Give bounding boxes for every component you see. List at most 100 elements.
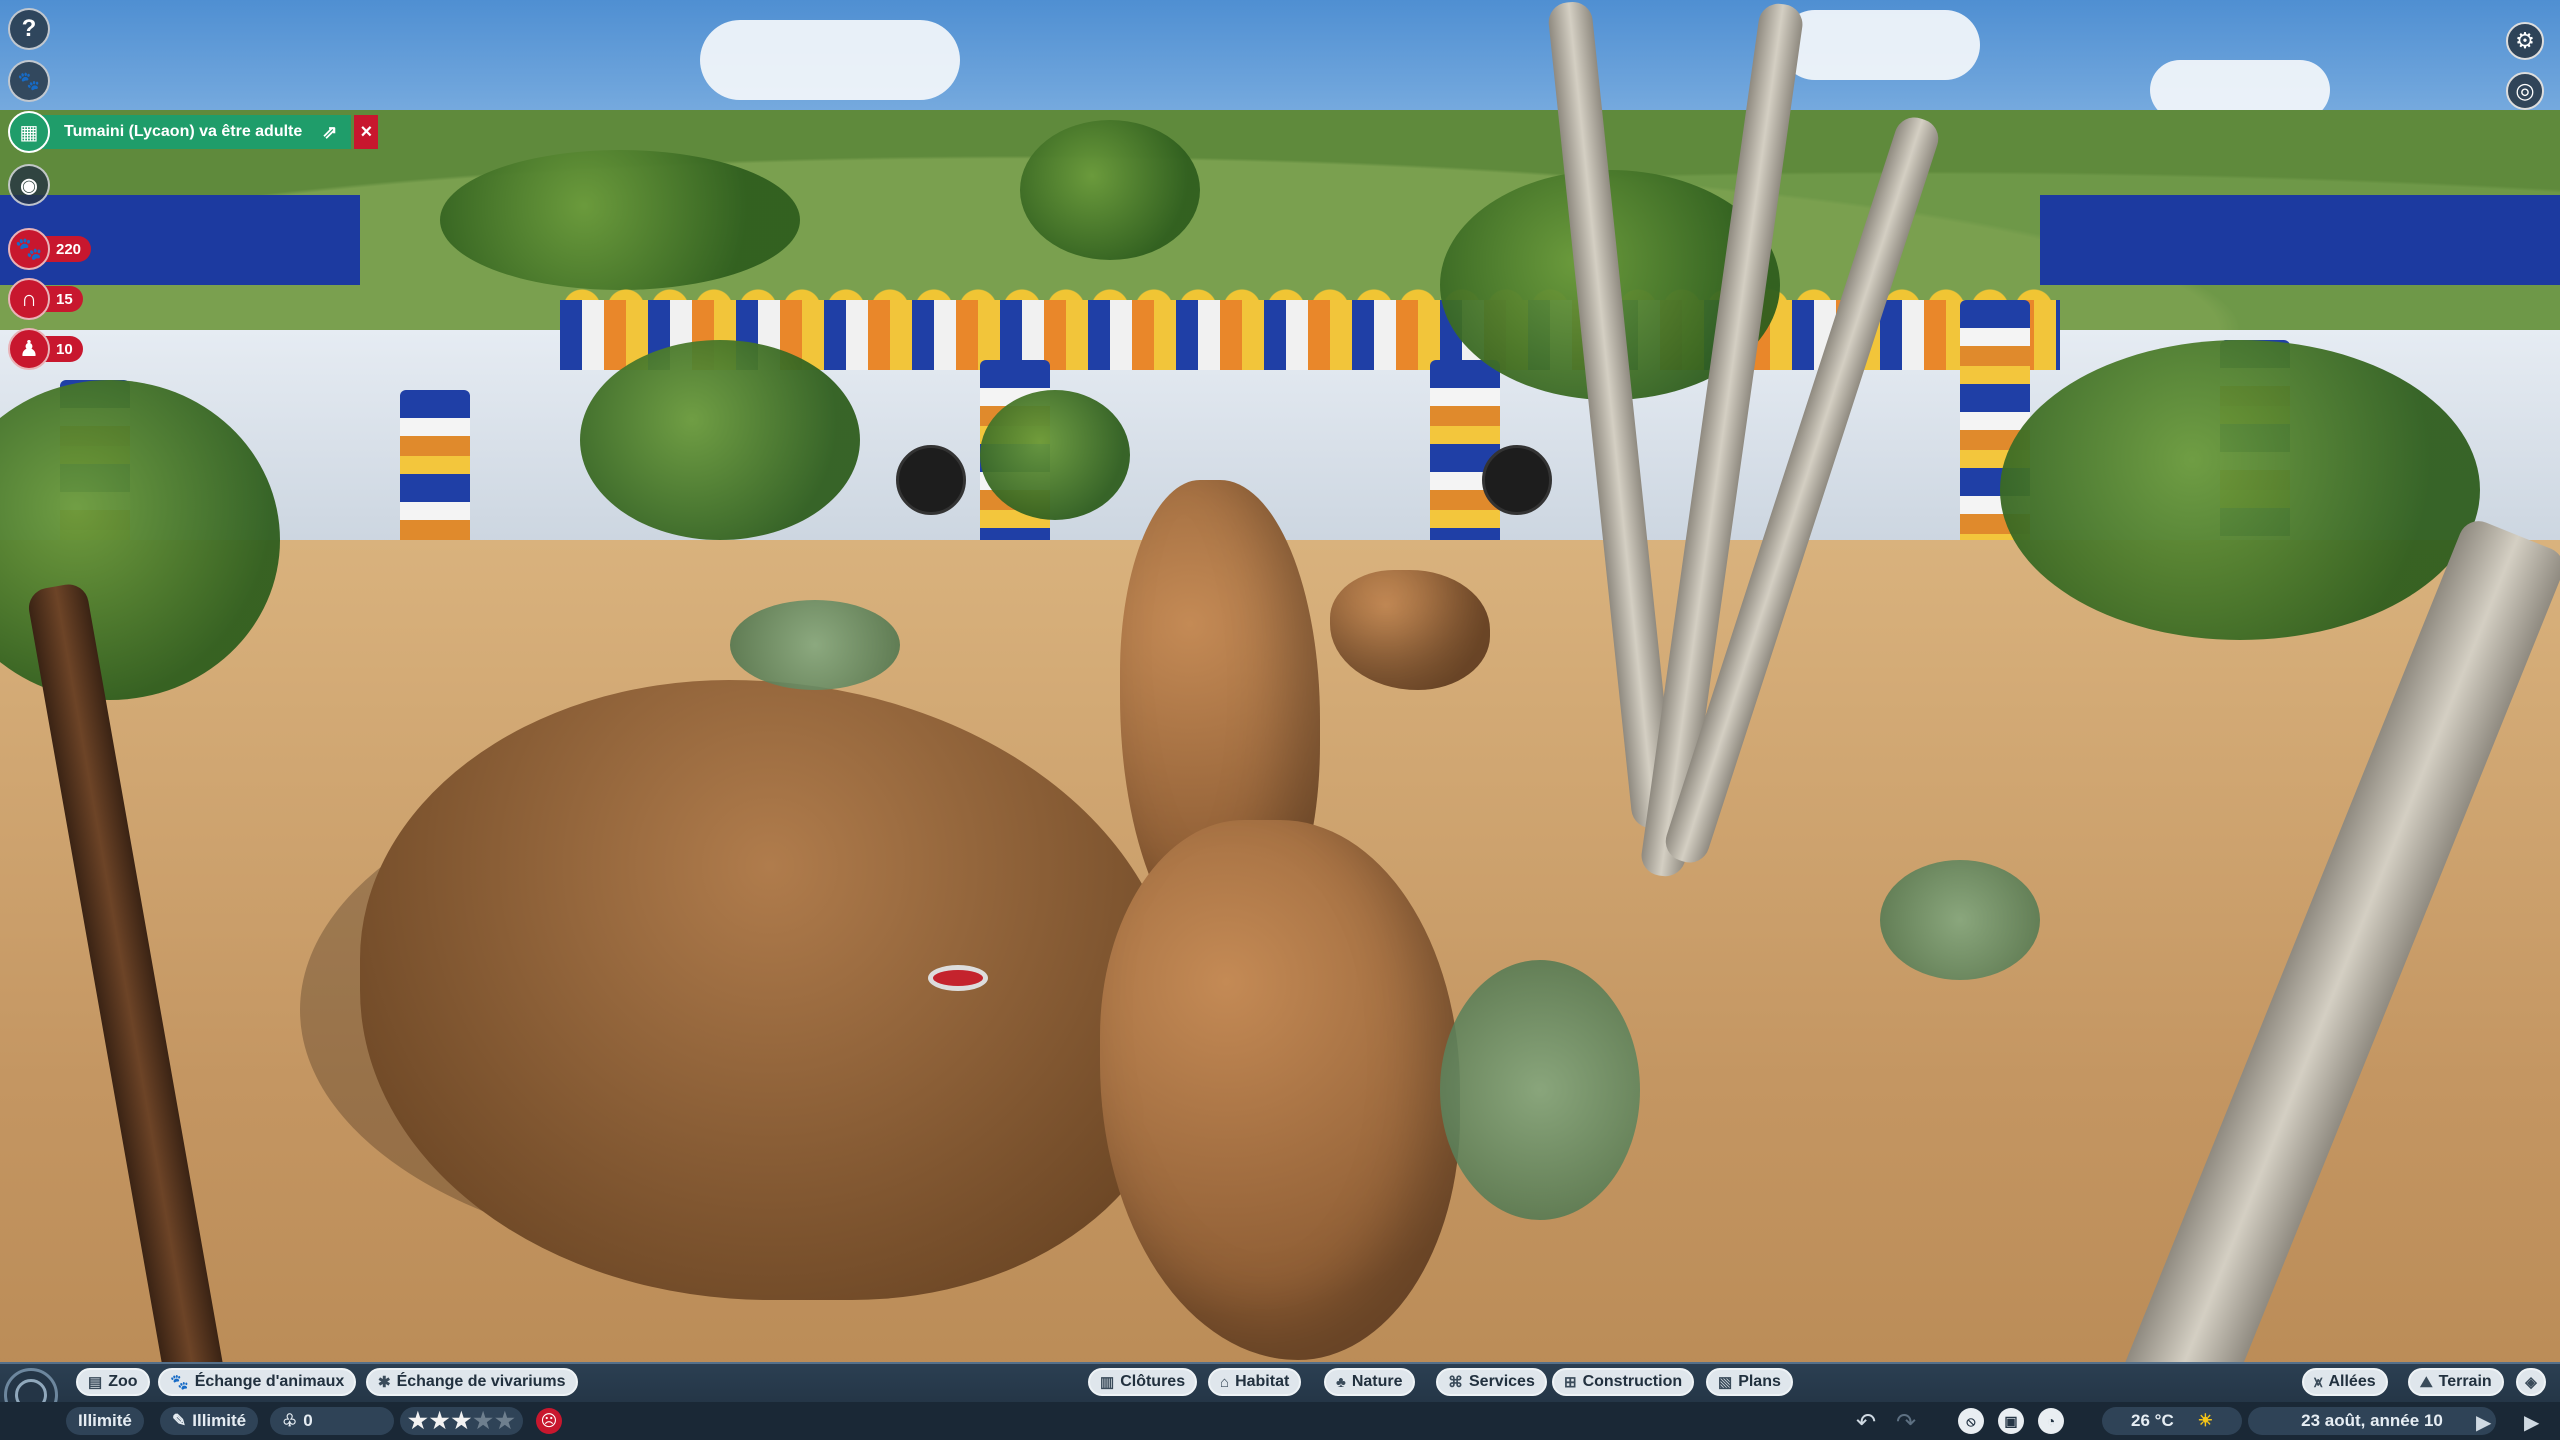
calendar-icon: ▦ (8, 111, 50, 153)
conservation-icon: ♧ (282, 1411, 298, 1430)
research-icon: ✎ (172, 1411, 187, 1430)
zoo-icon: ▤ (88, 1374, 103, 1391)
flowering-shrub (1440, 960, 1640, 1220)
weather-display[interactable]: 26 °C ☀ (2102, 1407, 2242, 1435)
zoo-rating[interactable]: ★ ★ ★ ★ ★ (400, 1407, 523, 1435)
play-speed-icon[interactable]: ▣ (1998, 1408, 2024, 1434)
animal-counter[interactable]: 🐾 220 (8, 228, 92, 270)
animal-info-button[interactable]: 🐾 (8, 60, 50, 102)
menu-zoo-button[interactable]: ▤ Zoo (76, 1368, 150, 1396)
paw-icon: 🐾 (170, 1374, 189, 1391)
research-value: Illimité (192, 1411, 247, 1430)
background-trees (440, 150, 800, 290)
notification-text: Tumaini (Lycaon) va être adulte (64, 123, 303, 140)
money-value: Illimité (78, 1411, 132, 1430)
fence-icon: ▥ (1100, 1374, 1115, 1391)
tree-icon: ♣ (1336, 1373, 1346, 1391)
help-button[interactable]: ? (8, 8, 50, 50)
menu-paths-label: Allées (2328, 1373, 2376, 1390)
date-display[interactable]: 23 août, année 10 (2248, 1407, 2496, 1435)
photo-mode-button[interactable]: ◈ (2516, 1368, 2546, 1396)
menu-vivarium-exchange-button[interactable]: ✱ Échange de vivariums (366, 1368, 578, 1396)
menu-vivarium-exchange-label: Échange de vivariums (396, 1373, 566, 1390)
shop-icon: ⌘ (1448, 1374, 1463, 1391)
view-eye-icon: ◎ (2515, 78, 2535, 103)
menu-plans-label: Plans (1738, 1373, 1781, 1390)
path-icon: ⩙ (2314, 1373, 2323, 1391)
menu-terrain-button[interactable]: ⛰ Terrain (2408, 1368, 2504, 1396)
menu-habitat-label: Habitat (1235, 1373, 1290, 1390)
info-sign[interactable] (896, 445, 966, 515)
toolbar-status-row: Illimité ✎ Illimité ♧ 0 ★ ★ ★ ★ ★ ☹ ↶ ↷ … (0, 1402, 2560, 1440)
star-empty-icon: ★ (494, 1408, 515, 1433)
food-bowl[interactable] (928, 965, 988, 991)
guest-counter[interactable]: ♟ 10 (8, 328, 83, 370)
game-viewport[interactable] (0, 0, 2560, 1440)
animal-info-icon: 🐾 (17, 70, 41, 91)
menu-paths-button[interactable]: ⩙ Allées (2302, 1368, 2388, 1396)
settings-button[interactable]: ⚙ (2506, 22, 2544, 60)
toolbar-menu-row: ▤ Zoo 🐾 Échange d'animaux ✱ Échange de v… (0, 1364, 2560, 1400)
guest-mood-sad-icon[interactable]: ☹ (536, 1408, 562, 1434)
menu-nature-button[interactable]: ♣ Nature (1324, 1368, 1415, 1396)
star-icon: ★ (429, 1408, 450, 1433)
star-icon: ★ (408, 1408, 428, 1433)
vision-button[interactable]: ◉ (8, 164, 50, 206)
cloud (1780, 10, 1980, 80)
view-button[interactable]: ◎ (2506, 72, 2544, 110)
magnet-icon: ∩ (8, 278, 50, 320)
menu-animal-exchange-label: Échange d'animaux (194, 1373, 345, 1390)
time-forward-icon[interactable]: ▶ (2476, 1410, 2491, 1435)
temperature-value: 26 °C (2131, 1411, 2174, 1430)
menu-nature-label: Nature (1351, 1373, 1403, 1390)
info-sign[interactable] (1482, 445, 1552, 515)
palm-crown (2000, 340, 2480, 640)
menu-fences-label: Clôtures (1120, 1373, 1186, 1390)
cloud (700, 20, 960, 100)
external-link-icon[interactable]: ⇗ (322, 122, 337, 143)
habitat-icon: ⌂ (1220, 1373, 1230, 1391)
research-display[interactable]: ✎ Illimité (160, 1407, 259, 1435)
menu-habitat-button[interactable]: ⌂ Habitat (1208, 1368, 1302, 1396)
terrain-icon: ⛰ (2420, 1373, 2433, 1391)
sun-icon: ☀ (2197, 1411, 2213, 1430)
menu-services-label: Services (1469, 1373, 1535, 1390)
vision-icon: ◉ (20, 174, 38, 197)
shrub (730, 600, 900, 690)
notification-bar[interactable]: Tumaini (Lycaon) va être adulte ⇗ (42, 115, 352, 149)
shrub (1880, 860, 2040, 980)
palm-tree (980, 390, 1130, 520)
redo-icon: ↷ (1896, 1409, 1917, 1436)
fast-speed-icon[interactable]: ◔ (2038, 1408, 2064, 1434)
pavilion-roof-right (2040, 195, 2560, 285)
pause-speed-icon[interactable]: ⦸ (1958, 1408, 1984, 1434)
star-empty-icon: ★ (473, 1408, 493, 1433)
blueprint-icon: ▧ (1718, 1374, 1733, 1391)
help-icon: ? (21, 15, 37, 42)
building-icon: ⊞ (1564, 1374, 1577, 1391)
menu-construction-button[interactable]: ⊞ Construction (1552, 1368, 1695, 1396)
bug-icon: ✱ (378, 1374, 391, 1391)
menu-animal-exchange-button[interactable]: 🐾 Échange d'animaux (158, 1368, 357, 1396)
money-display[interactable]: Illimité (66, 1407, 144, 1435)
conservation-value: 0 (303, 1411, 313, 1430)
paw-icon: 🐾 (8, 228, 50, 270)
staff-counter[interactable]: ∩ 15 (8, 278, 83, 320)
menu-plans-button[interactable]: ▧ Plans (1706, 1368, 1793, 1396)
conservation-display[interactable]: ♧ 0 (270, 1407, 394, 1435)
settings-gear-icon: ⚙ (2515, 28, 2535, 53)
menu-terrain-label: Terrain (2438, 1373, 2492, 1390)
menu-construction-label: Construction (1582, 1373, 1683, 1390)
menu-fences-button[interactable]: ▥ Clôtures (1088, 1368, 1198, 1396)
background-tree (1020, 120, 1200, 260)
menu-zoo-label: Zoo (108, 1373, 138, 1390)
guest-icon: ♟ (8, 328, 50, 370)
play-icon[interactable]: ▶ (2524, 1410, 2539, 1435)
notification-close-button[interactable]: × (354, 115, 379, 149)
undo-icon[interactable]: ↶ (1856, 1408, 1876, 1437)
menu-services-button[interactable]: ⌘ Services (1436, 1368, 1547, 1396)
camera-icon: ◈ (2525, 1374, 2537, 1391)
close-icon: × (360, 120, 373, 143)
notification-toast[interactable]: ▦ Tumaini (Lycaon) va être adulte ⇗ × (8, 111, 379, 153)
star-icon: ★ (451, 1408, 472, 1433)
